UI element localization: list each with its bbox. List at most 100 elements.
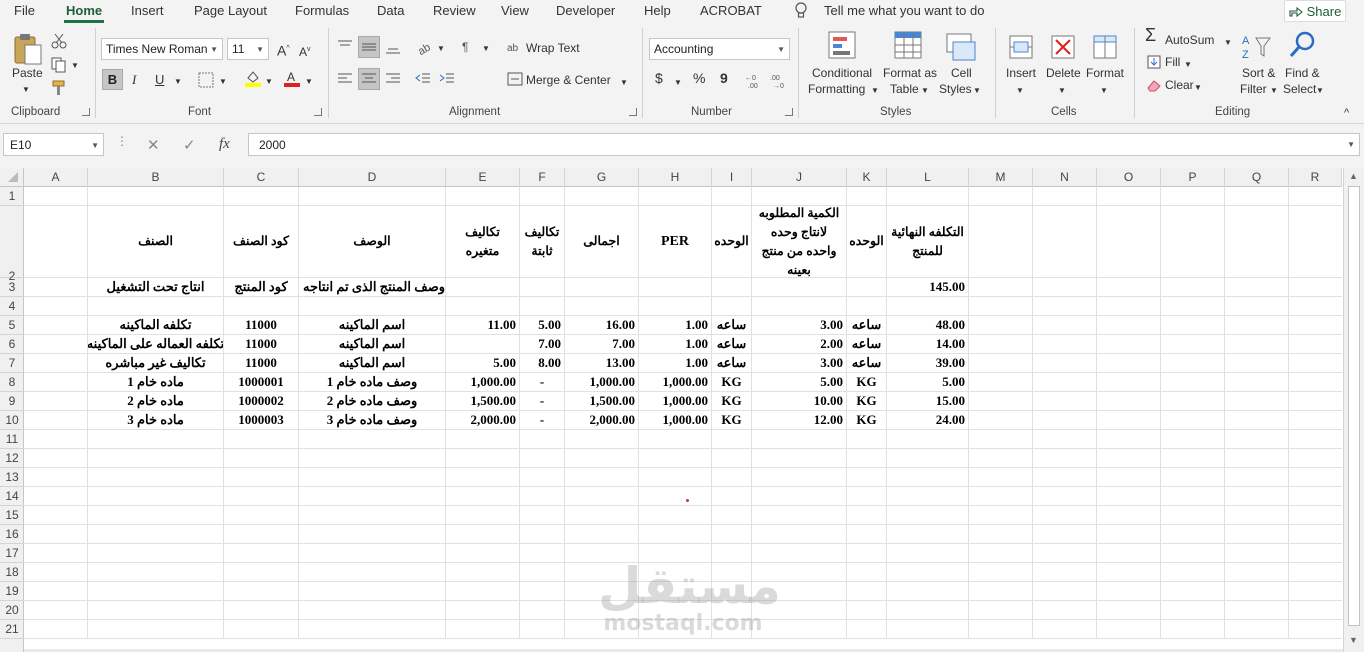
font-size-dropdown[interactable]: 11 ▼ xyxy=(227,38,269,60)
cell-k5[interactable]: ساعه xyxy=(847,316,886,334)
tab-formulas[interactable]: Formulas xyxy=(295,3,349,18)
cell-j9[interactable]: 10.00 xyxy=(752,392,846,410)
cell-k7[interactable]: ساعه xyxy=(847,354,886,372)
cell-c2[interactable]: كود الصنف xyxy=(224,206,298,277)
increase-decimal-icon[interactable]: ←0.00 xyxy=(745,71,765,89)
wrap-text-button[interactable]: Wrap Text xyxy=(526,41,580,56)
share-button[interactable]: Share xyxy=(1284,0,1346,22)
currency-dropdown-arrow[interactable]: ▼ xyxy=(674,75,682,90)
tab-acrobat[interactable]: ACROBAT xyxy=(700,3,762,18)
cell-styles-icon[interactable] xyxy=(945,30,979,64)
fill-color-dropdown-arrow[interactable]: ▼ xyxy=(265,74,273,89)
cell-j5[interactable]: 3.00 xyxy=(752,316,846,334)
cell-i9[interactable]: KG xyxy=(712,392,751,410)
cell-h6[interactable]: 1.00 xyxy=(639,335,711,353)
autosum-button[interactable]: AutoSum xyxy=(1165,33,1214,48)
cell-e5[interactable]: 11.00 xyxy=(446,316,519,334)
cell-c6[interactable]: 11000 xyxy=(224,335,298,353)
wrap-text-icon[interactable]: ab xyxy=(506,38,524,56)
cell-l9[interactable]: 15.00 xyxy=(887,392,968,410)
cell-d6[interactable]: اسم الماكينه xyxy=(299,335,445,353)
font-name-dropdown[interactable]: Times New Roman ▼ xyxy=(101,38,223,60)
text-direction-dropdown-arrow[interactable]: ▼ xyxy=(482,41,490,56)
cell-h7[interactable]: 1.00 xyxy=(639,354,711,372)
insert-cells-dropdown-arrow[interactable]: ▼ xyxy=(1016,83,1024,98)
clear-button[interactable]: Clear xyxy=(1165,78,1194,93)
cell-b8[interactable]: ماده خام 1 xyxy=(88,373,223,391)
cell-k10[interactable]: KG xyxy=(847,411,886,429)
delete-cells-button[interactable]: Delete xyxy=(1046,66,1081,81)
sort-filter-label-1[interactable]: Sort & xyxy=(1242,66,1275,81)
cell-e8[interactable]: 1,000.00 xyxy=(446,373,519,391)
font-color-icon[interactable]: A xyxy=(283,69,301,87)
tab-home[interactable]: Home xyxy=(66,3,102,18)
cell-e7[interactable]: 5.00 xyxy=(446,354,519,372)
row-header-20[interactable]: 20 xyxy=(0,601,24,620)
cell-b10[interactable]: ماده خام 3 xyxy=(88,411,223,429)
cell-b3[interactable]: انتاج تحت التشغيل xyxy=(88,278,223,296)
cell-c8[interactable]: 1000001 xyxy=(224,373,298,391)
cell-l8[interactable]: 5.00 xyxy=(887,373,968,391)
column-header-f[interactable]: F xyxy=(520,168,565,187)
cell-h5[interactable]: 1.00 xyxy=(639,316,711,334)
cell-b5[interactable]: تكلفه الماكينه xyxy=(88,316,223,334)
middle-align-button[interactable] xyxy=(358,36,380,58)
currency-button[interactable]: $ xyxy=(655,71,663,86)
paste-label[interactable]: Paste xyxy=(12,66,43,81)
insert-cells-icon[interactable] xyxy=(1006,32,1036,62)
format-as-table-icon[interactable] xyxy=(893,30,927,64)
cell-c5[interactable]: 11000 xyxy=(224,316,298,334)
column-header-j[interactable]: J xyxy=(752,168,847,187)
conditional-formatting-label-1[interactable]: Conditional xyxy=(812,66,872,81)
column-header-g[interactable]: G xyxy=(565,168,639,187)
conditional-formatting-label-2[interactable]: Formatting xyxy=(808,82,865,97)
borders-dropdown-arrow[interactable]: ▼ xyxy=(219,74,227,89)
copy-icon[interactable] xyxy=(50,56,68,74)
clear-dropdown-arrow[interactable]: ▼ xyxy=(1194,80,1202,95)
cell-b2[interactable]: الصنف xyxy=(88,206,223,277)
conditional-formatting-dropdown-arrow[interactable]: ▼ xyxy=(871,83,879,98)
find-select-dropdown-arrow[interactable]: ▼ xyxy=(1316,83,1324,98)
decrease-font-size-icon[interactable]: Av xyxy=(299,42,311,60)
cell-f7[interactable]: 8.00 xyxy=(520,354,564,372)
cell-l5[interactable]: 48.00 xyxy=(887,316,968,334)
column-header-k[interactable]: K xyxy=(847,168,887,187)
row-header-9[interactable]: 9 xyxy=(0,392,24,411)
column-header-r[interactable]: R xyxy=(1289,168,1342,187)
alignment-launcher-icon[interactable] xyxy=(629,108,637,116)
cell-b6[interactable]: تكلفه العماله على الماكينه xyxy=(88,335,223,353)
tell-me-search[interactable]: Tell me what you want to do xyxy=(824,3,984,18)
clipboard-launcher-icon[interactable] xyxy=(82,108,90,116)
font-launcher-icon[interactable] xyxy=(314,108,322,116)
cell-c10[interactable]: 1000003 xyxy=(224,411,298,429)
tab-insert[interactable]: Insert xyxy=(131,3,164,18)
cell-g2[interactable]: اجمالى xyxy=(565,206,638,277)
cell-g10[interactable]: 2,000.00 xyxy=(565,411,638,429)
decrease-decimal-icon[interactable]: .00→0 xyxy=(770,71,790,89)
row-header-13[interactable]: 13 xyxy=(0,468,24,487)
cell-k9[interactable]: KG xyxy=(847,392,886,410)
row-header-2[interactable]: 2 xyxy=(0,206,24,283)
orientation-dropdown-arrow[interactable]: ▼ xyxy=(437,41,445,56)
tab-help[interactable]: Help xyxy=(644,3,671,18)
underline-dropdown-arrow[interactable]: ▼ xyxy=(174,74,182,89)
cell-f10[interactable]: - xyxy=(520,411,564,429)
sort-filter-icon[interactable]: AZ xyxy=(1240,32,1274,64)
column-header-p[interactable]: P xyxy=(1161,168,1225,187)
row-header-19[interactable]: 19 xyxy=(0,582,24,601)
cell-d2[interactable]: الوصف xyxy=(299,206,445,277)
cell-k8[interactable]: KG xyxy=(847,373,886,391)
column-header-h[interactable]: H xyxy=(639,168,712,187)
cell-l6[interactable]: 14.00 xyxy=(887,335,968,353)
column-header-c[interactable]: C xyxy=(224,168,299,187)
font-color-dropdown-arrow[interactable]: ▼ xyxy=(305,74,313,89)
cell-d9[interactable]: وصف ماده خام 2 xyxy=(299,392,445,410)
cell-f5[interactable]: 5.00 xyxy=(520,316,564,334)
cell-h9[interactable]: 1,000.00 xyxy=(639,392,711,410)
row-header-8[interactable]: 8 xyxy=(0,373,24,392)
orientation-icon[interactable]: ab xyxy=(416,38,434,56)
row-header-7[interactable]: 7 xyxy=(0,354,24,373)
confirm-entry-icon[interactable]: ✓ xyxy=(183,136,196,154)
cell-i7[interactable]: ساعه xyxy=(712,354,751,372)
bottom-align-icon[interactable] xyxy=(384,38,402,56)
